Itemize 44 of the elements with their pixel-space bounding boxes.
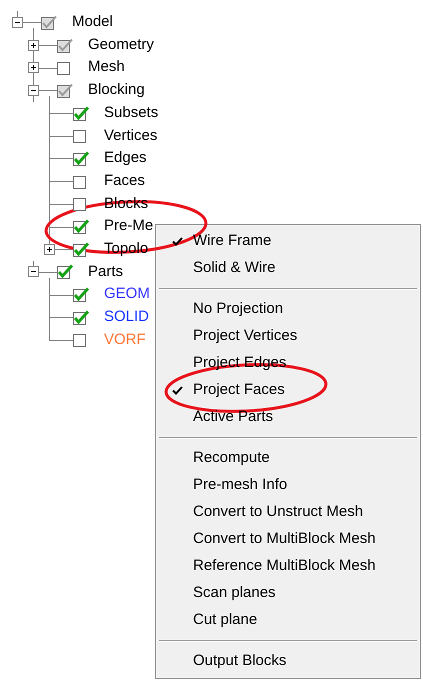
check-icon <box>172 237 183 246</box>
menu-item[interactable]: Wire Frame <box>156 228 420 255</box>
menu-item[interactable]: Convert to Unstruct Mesh <box>156 499 420 526</box>
menu-item[interactable]: Output Blocks <box>156 648 420 675</box>
checkbox[interactable] <box>41 14 58 30</box>
tree-item-label[interactable]: Model <box>72 11 113 34</box>
collapse-toggle[interactable] <box>12 16 23 28</box>
menu-item[interactable]: No Projection <box>156 296 420 323</box>
expand-toggle[interactable] <box>28 62 39 74</box>
tree-item-label[interactable]: Vertices <box>104 124 158 148</box>
checkbox[interactable] <box>57 82 74 98</box>
expand-toggle[interactable] <box>28 40 39 51</box>
menu-item[interactable]: Reference MultiBlock Mesh <box>156 553 420 580</box>
tree-item-label[interactable]: Geometry <box>88 34 154 56</box>
checkbox[interactable] <box>57 38 74 53</box>
checkbox[interactable] <box>73 287 90 302</box>
expand-toggle[interactable] <box>44 244 55 255</box>
menu-item[interactable]: Active Parts <box>156 404 420 431</box>
tree-item-label[interactable]: Subsets <box>104 102 158 124</box>
collapse-toggle[interactable] <box>28 266 39 278</box>
tree-item-label[interactable]: Parts <box>88 260 124 284</box>
tree-item-label[interactable]: GEOM <box>104 283 150 306</box>
checkbox[interactable] <box>73 150 90 166</box>
checkbox[interactable] <box>73 106 90 121</box>
menu-item[interactable]: Cut plane <box>156 607 420 634</box>
menu-item[interactable]: Pre-mesh Info <box>156 472 420 499</box>
menu-item[interactable]: Convert to MultiBlock Mesh <box>156 526 420 553</box>
check-icon <box>172 386 183 395</box>
menu-item[interactable]: Scan planes <box>156 580 420 607</box>
checkbox[interactable] <box>73 242 90 257</box>
checkbox[interactable] <box>57 264 74 280</box>
menu-item[interactable]: Recompute <box>156 445 420 472</box>
checkbox[interactable] <box>73 219 90 234</box>
tree-item-label[interactable]: Blocking <box>88 79 145 102</box>
tree-item-label[interactable]: Pre-Me <box>104 215 154 238</box>
menu-item[interactable]: Project Faces <box>156 377 420 404</box>
menu-item[interactable]: Solid & Wire <box>156 255 420 282</box>
tree-item-label[interactable]: Edges <box>104 147 147 170</box>
checkbox[interactable] <box>73 310 90 325</box>
tree-item-label[interactable]: SOLID <box>104 306 150 329</box>
menu-item[interactable]: Project Vertices <box>156 323 420 350</box>
tree-item-label[interactable]: Mesh <box>88 56 125 79</box>
tree-item-label[interactable]: Faces <box>104 170 145 192</box>
collapse-toggle[interactable] <box>28 84 39 96</box>
